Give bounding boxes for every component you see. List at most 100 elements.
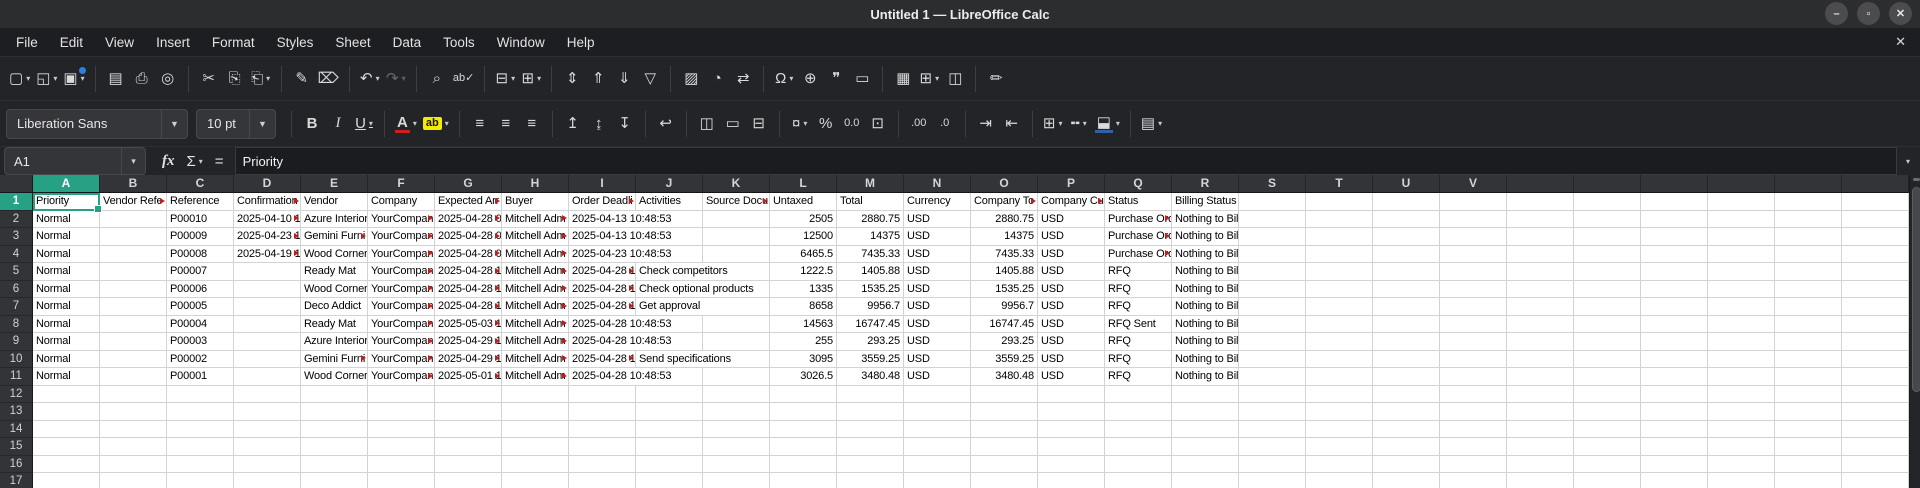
row-header-11[interactable]: 11 (0, 368, 33, 386)
font-color-button[interactable]: A (392, 109, 420, 139)
cell-P1[interactable]: Company Cu (1038, 193, 1105, 211)
find-replace-button[interactable]: ⌕ (424, 64, 450, 94)
cell-E11[interactable]: Wood Corner (301, 368, 368, 386)
cell-K13[interactable] (703, 403, 770, 421)
cell-blank[interactable] (1842, 298, 1909, 316)
border-style-button[interactable]: ╍ (1066, 109, 1092, 139)
define-print-area-button[interactable]: ▦ (890, 64, 916, 94)
merge-and-center-cells-button[interactable]: ◫ (694, 109, 720, 139)
cell-R5[interactable]: Nothing to Bill (1172, 263, 1239, 281)
cell-blank[interactable] (1641, 403, 1708, 421)
cell-J16[interactable] (636, 455, 703, 473)
cell-blank[interactable] (1708, 315, 1775, 333)
column-header-C[interactable]: C (167, 175, 234, 193)
cell-D14[interactable] (234, 420, 301, 438)
cell-H2[interactable]: Mitchell Adm (502, 210, 569, 228)
cell-T7[interactable] (1306, 298, 1373, 316)
cell-H3[interactable]: Mitchell Adm (502, 228, 569, 246)
cell-H12[interactable] (502, 385, 569, 403)
cell-L16[interactable] (770, 455, 837, 473)
cell-L4[interactable]: 6465.5 (770, 245, 837, 263)
cell-C5[interactable]: P00007 (167, 263, 234, 281)
cell-I4[interactable]: 2025-04-23 10:48:53 (569, 245, 703, 263)
cell-blank[interactable] (1507, 280, 1574, 298)
cell-H7[interactable]: Mitchell Adm (502, 298, 569, 316)
cell-blank[interactable] (1842, 315, 1909, 333)
cell-P17[interactable] (1038, 473, 1105, 488)
insert-row-button[interactable]: ⊟ (492, 64, 518, 94)
clear-formatting-button[interactable]: ⌦ (315, 64, 342, 94)
cell-O6[interactable]: 1535.25 (971, 280, 1038, 298)
cell-blank[interactable] (1708, 455, 1775, 473)
cell-U13[interactable] (1373, 403, 1440, 421)
cell-H6[interactable]: Mitchell Adm (502, 280, 569, 298)
cell-Q12[interactable] (1105, 385, 1172, 403)
cell-blank[interactable] (1775, 473, 1842, 488)
cell-B6[interactable] (100, 280, 167, 298)
cell-Q11[interactable]: RFQ (1105, 368, 1172, 386)
cell-O10[interactable]: 3559.25 (971, 350, 1038, 368)
cell-V4[interactable] (1440, 245, 1507, 263)
cell-F16[interactable] (368, 455, 435, 473)
cell-P5[interactable]: USD (1038, 263, 1105, 281)
cell-Q16[interactable] (1105, 455, 1172, 473)
cell-blank[interactable] (1775, 263, 1842, 281)
cell-R3[interactable]: Nothing to Bill (1172, 228, 1239, 246)
format-as-date-button[interactable]: ⊡ (865, 109, 891, 139)
cell-Q4[interactable]: Purchase Ord (1105, 245, 1172, 263)
cell-J12[interactable] (636, 385, 703, 403)
cell-G3[interactable]: 2025-04-28 0 (435, 228, 502, 246)
cell-R13[interactable] (1172, 403, 1239, 421)
print-button[interactable]: ⎙ (129, 64, 155, 94)
highlighting-color-button[interactable]: ab (420, 109, 452, 139)
cell-O4[interactable]: 7435.33 (971, 245, 1038, 263)
cell-O2[interactable]: 2880.75 (971, 210, 1038, 228)
cell-O7[interactable]: 9956.7 (971, 298, 1038, 316)
underline-button[interactable]: U (351, 109, 377, 139)
cell-O3[interactable]: 14375 (971, 228, 1038, 246)
cell-D16[interactable] (234, 455, 301, 473)
cell-L9[interactable]: 255 (770, 333, 837, 351)
cell-G16[interactable] (435, 455, 502, 473)
cell-N14[interactable] (904, 420, 971, 438)
cell-L13[interactable] (770, 403, 837, 421)
cell-T6[interactable] (1306, 280, 1373, 298)
font-size-combo[interactable]: 10 pt ▼ (196, 108, 276, 139)
cell-blank[interactable] (1641, 350, 1708, 368)
cell-D6[interactable] (234, 280, 301, 298)
format-as-number-button[interactable]: 0.0 (839, 109, 865, 139)
cell-U12[interactable] (1373, 385, 1440, 403)
cell-G9[interactable]: 2025-04-29 1 (435, 333, 502, 351)
cell-blank[interactable] (1775, 438, 1842, 456)
cell-H13[interactable] (502, 403, 569, 421)
cell-A14[interactable] (33, 420, 100, 438)
cell-G15[interactable] (435, 438, 502, 456)
cell-blank[interactable] (1708, 368, 1775, 386)
cell-I15[interactable] (569, 438, 636, 456)
column-header-D[interactable]: D (234, 175, 301, 193)
cell-M10[interactable]: 3559.25 (837, 350, 904, 368)
headers-footers-button[interactable]: ▭ (849, 64, 875, 94)
cell-E9[interactable]: Azure Interior (301, 333, 368, 351)
cell-F15[interactable] (368, 438, 435, 456)
cell-V17[interactable] (1440, 473, 1507, 488)
print-preview-button[interactable]: ◎ (155, 64, 181, 94)
cell-B4[interactable] (100, 245, 167, 263)
cell-P2[interactable]: USD (1038, 210, 1105, 228)
cell-blank[interactable] (1507, 420, 1574, 438)
cell-S7[interactable] (1239, 298, 1306, 316)
column-header-E[interactable]: E (301, 175, 368, 193)
cell-A1[interactable]: Priority (33, 193, 102, 212)
cell-G1[interactable]: Expected Arr (435, 193, 502, 211)
formula-input-line[interactable]: Priority (234, 147, 1897, 175)
cell-N5[interactable]: USD (904, 263, 971, 281)
cell-P10[interactable]: USD (1038, 350, 1105, 368)
cell-G2[interactable]: 2025-04-28 0 (435, 210, 502, 228)
cell-blank[interactable] (1842, 420, 1909, 438)
cell-T9[interactable] (1306, 333, 1373, 351)
cell-E7[interactable]: Deco Addict (301, 298, 368, 316)
cell-V10[interactable] (1440, 350, 1507, 368)
cell-A4[interactable]: Normal (33, 245, 100, 263)
cell-G11[interactable]: 2025-05-01 1 (435, 368, 502, 386)
close-button[interactable]: ✕ (1889, 2, 1912, 25)
